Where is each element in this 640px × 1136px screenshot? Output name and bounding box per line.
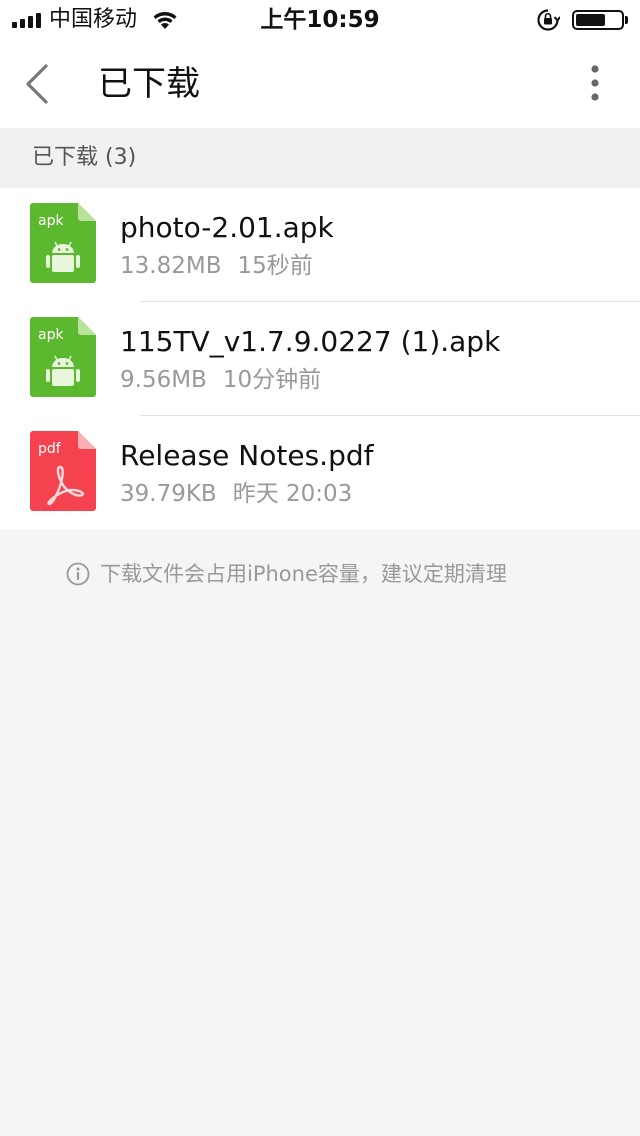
navigation-bar: 已下载	[0, 40, 640, 128]
file-time: 15秒前	[237, 253, 313, 279]
file-name: photo-2.01.apk	[120, 211, 334, 244]
more-vertical-icon	[591, 65, 599, 101]
file-name: Release Notes.pdf	[120, 439, 374, 472]
file-list: apk photo-2.01.apk 13.82MB 15秒前 apk 115T…	[0, 188, 640, 529]
info-icon	[66, 562, 90, 586]
more-options-button[interactable]	[588, 64, 602, 104]
storage-hint-text: 下载文件会占用iPhone容量，建议定期清理	[100, 562, 507, 586]
svg-text:apk: apk	[38, 327, 64, 343]
file-time: 10分钟前	[222, 367, 322, 393]
android-apk-icon: apk	[30, 317, 96, 397]
page-title: 已下载	[98, 64, 200, 104]
file-meta: 39.79KB 昨天 20:03	[120, 478, 352, 510]
file-time: 昨天 20:03	[232, 481, 353, 507]
file-meta: 9.56MB 10分钟前	[120, 364, 321, 396]
android-apk-icon: apk	[30, 203, 96, 283]
status-bar: 中国移动 上午10:59	[0, 0, 640, 40]
file-size: 39.79KB	[120, 481, 217, 507]
battery-tip	[625, 16, 628, 24]
file-meta: 13.82MB 15秒前	[120, 250, 313, 282]
back-button[interactable]	[20, 62, 54, 106]
file-row[interactable]: apk photo-2.01.apk 13.82MB 15秒前	[0, 188, 640, 301]
chevron-left-icon	[26, 64, 48, 104]
file-name: 115TV_v1.7.9.0227 (1).apk	[120, 325, 501, 358]
file-row[interactable]: apk 115TV_v1.7.9.0227 (1).apk 9.56MB 10分钟…	[0, 302, 640, 415]
pdf-file-icon: pdf	[30, 431, 96, 511]
file-size: 9.56MB	[120, 367, 207, 393]
status-right	[536, 8, 628, 32]
svg-text:apk: apk	[38, 213, 64, 229]
svg-text:pdf: pdf	[38, 441, 62, 457]
battery-level	[576, 14, 605, 26]
battery-icon	[572, 10, 624, 30]
storage-hint: 下载文件会占用iPhone容量，建议定期清理	[66, 560, 507, 588]
orientation-lock-icon	[537, 9, 560, 31]
file-size: 13.82MB	[120, 253, 222, 279]
section-header: 已下载 (3)	[0, 128, 640, 188]
downloaded-count-label: 已下载 (3)	[32, 145, 137, 170]
file-row[interactable]: pdf Release Notes.pdf 39.79KB 昨天 20:03	[0, 416, 640, 529]
